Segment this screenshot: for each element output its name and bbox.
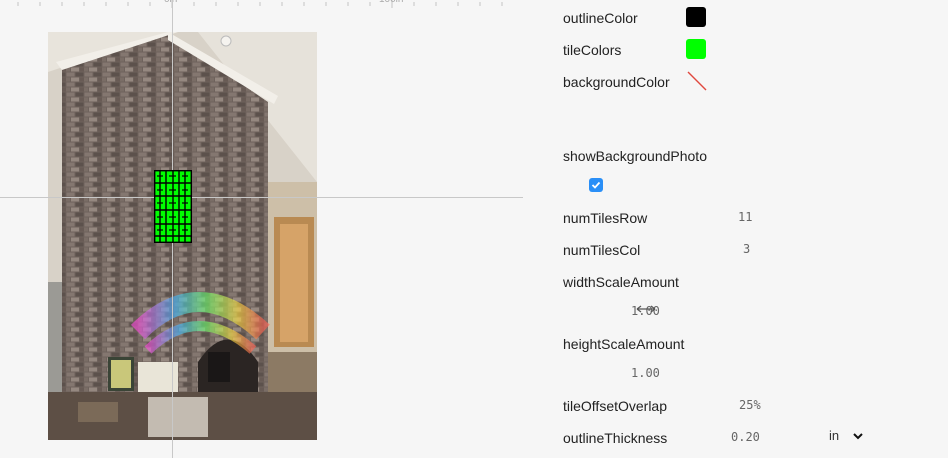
canvas-origin-horizontal-guide — [0, 197, 523, 198]
outline-color-swatch[interactable] — [686, 7, 706, 27]
design-canvas[interactable]: 0in 100in — [0, 0, 523, 458]
units-select[interactable]: in — [829, 428, 863, 443]
num-tiles-row-label: numTilesRow — [563, 210, 648, 226]
show-background-photo-checkbox[interactable] — [589, 178, 603, 192]
tile-offset-overlap-input[interactable]: 25% — [739, 398, 761, 412]
properties-panel: outlineColor tileColors backgroundColor … — [523, 0, 948, 458]
tile-colors-label: tileColors — [563, 42, 622, 58]
slider-handle-icon[interactable] — [635, 303, 657, 315]
checkmark-icon — [591, 181, 601, 189]
tile-offset-overlap-label: tileOffsetOverlap — [563, 398, 668, 414]
num-tiles-col-input[interactable]: 3 — [743, 242, 750, 256]
height-scale-amount-label: heightScaleAmount — [563, 336, 685, 352]
outline-color-label: outlineColor — [563, 10, 638, 26]
height-scale-amount-input[interactable]: 1.00 — [631, 366, 660, 380]
top-ruler: 0in 100in — [0, 0, 523, 8]
units-value: in — [829, 428, 840, 443]
ruler-label-0: 0in — [164, 0, 177, 5]
background-color-swatch[interactable] — [686, 70, 708, 92]
outline-thickness-label: outlineThickness — [563, 430, 668, 446]
show-background-photo-label: showBackgroundPhoto — [563, 148, 707, 164]
ruler-label-100: 100in — [379, 0, 403, 5]
tile-colors-swatch[interactable] — [686, 39, 706, 59]
width-scale-amount-label: widthScaleAmount — [563, 274, 679, 290]
outline-thickness-input[interactable]: 0.20 — [731, 430, 760, 444]
background-color-label: backgroundColor — [563, 74, 670, 90]
num-tiles-col-label: numTilesCol — [563, 242, 641, 258]
chevron-down-icon — [853, 432, 863, 439]
num-tiles-row-input[interactable]: 11 — [738, 210, 752, 224]
tile-pattern[interactable] — [153, 169, 192, 243]
